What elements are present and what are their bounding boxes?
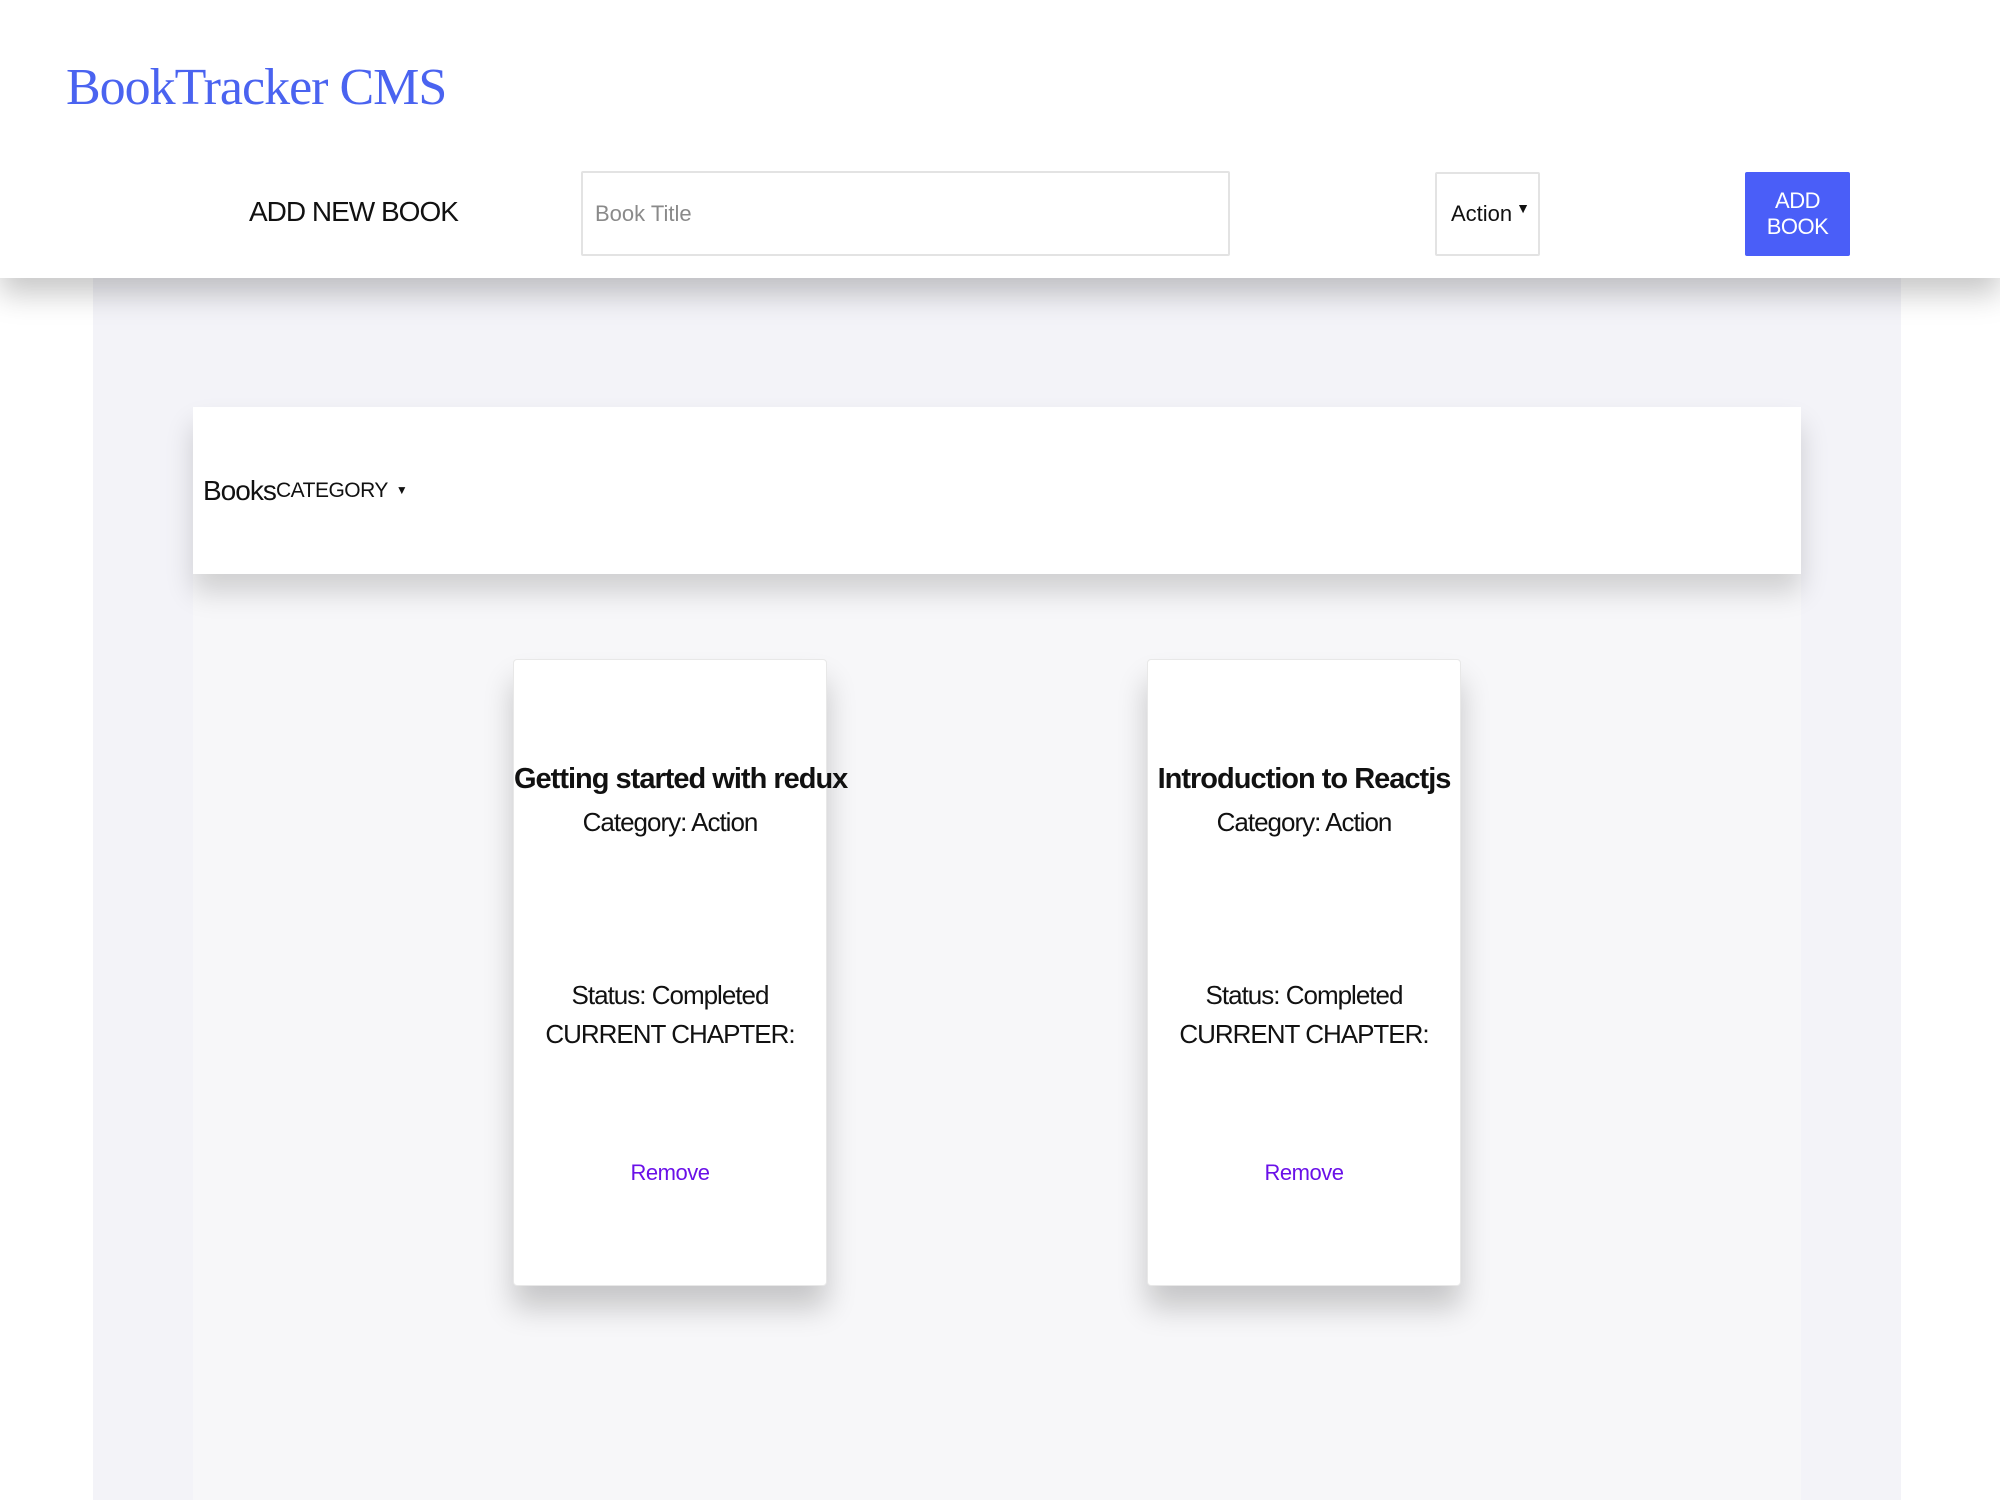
add-book-button[interactable]: ADD BOOK [1745,172,1850,256]
book-card: Introduction to Reactjs Category: Action… [1147,659,1461,1286]
book-title: Introduction to Reactjs [1157,763,1452,795]
book-status: Status: Completed [571,980,770,1010]
book-card: Getting started with redux Category: Act… [513,659,848,1286]
app-title[interactable]: BookTracker CMS [66,58,447,117]
book-category: Category: Action [582,807,759,837]
remove-book-link[interactable]: Remove [514,1160,826,1186]
category-filter-label: CATEGORY [276,479,388,502]
category-select-value: Action [1451,201,1513,226]
book-category: Category: Action [1216,807,1393,837]
book-status: Status: Completed [1205,980,1404,1010]
caret-down-icon: ▼ [1516,200,1530,216]
books-heading: Books [203,475,277,506]
remove-book-link[interactable]: Remove [1148,1160,1460,1186]
book-current-chapter: CURRENT CHAPTER: [1179,1019,1429,1049]
books-panel [193,574,1801,1500]
book-current-chapter: CURRENT CHAPTER: [545,1019,795,1049]
book-title-input[interactable] [581,171,1230,256]
books-toolbar: Books CATEGORY ▼ [193,407,1801,574]
category-select[interactable]: Action ▼ [1435,172,1540,256]
header: BookTracker CMS ADD NEW BOOK Action ▼ AD… [0,0,2000,278]
category-filter-dropdown[interactable]: CATEGORY ▼ [276,479,408,503]
add-new-book-label: ADD NEW BOOK [249,196,459,227]
book-title: Getting started with redux [514,763,848,795]
caret-down-icon: ▼ [395,483,408,497]
